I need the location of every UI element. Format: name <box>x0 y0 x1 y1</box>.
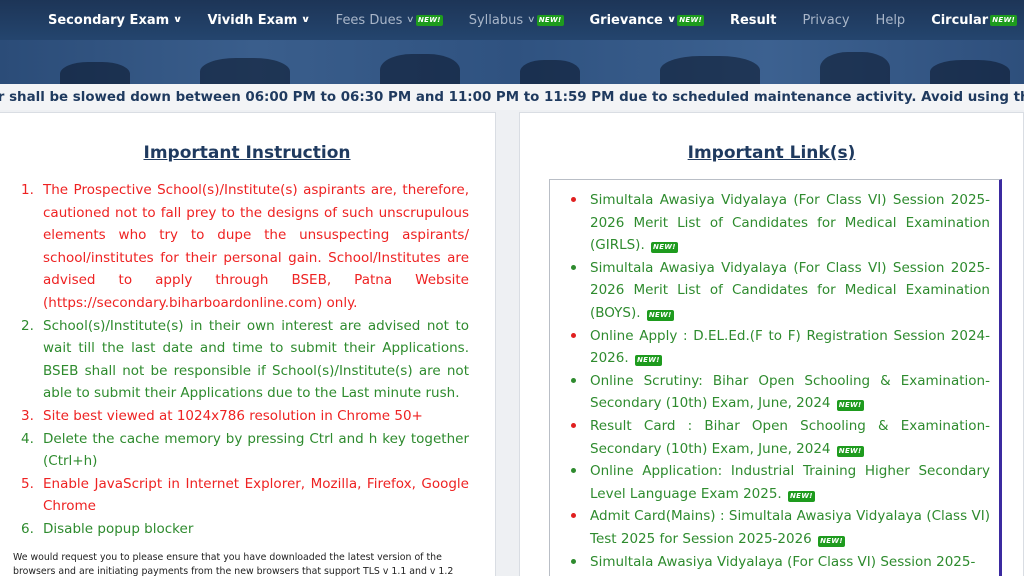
instruction-text: Disable popup blocker <box>43 520 194 537</box>
instruction-number: 4. <box>21 430 34 447</box>
chevron-down-icon: ∨ <box>173 15 183 25</box>
nav-item-label: Grievance <box>589 12 663 28</box>
instruction-item: 3. Site best viewed at 1024x786 resolutio… <box>21 405 469 428</box>
new-badge: NEW! <box>818 535 845 547</box>
tls-note: We would request you to please ensure th… <box>13 552 454 576</box>
new-badge: NEW! <box>415 14 443 26</box>
link-item: Online Scrutiny: Bihar Open Schooling & … <box>563 370 990 415</box>
link-item: Result Card : Bihar Open Schooling & Exa… <box>563 415 990 460</box>
nav-item-label: Vividh Exam <box>207 12 298 28</box>
new-badge: NEW! <box>836 445 864 457</box>
instruction-number: 2. <box>21 317 34 334</box>
bullet-icon <box>563 460 590 505</box>
instruction-number: 5. <box>21 475 34 492</box>
link-text[interactable]: Simultala Awasiya Vidyalaya (For Class V… <box>590 189 990 257</box>
important-instruction-panel: Important Instruction 1. The Prospective … <box>0 112 496 576</box>
bullet-icon <box>563 325 590 370</box>
nav-item-privacy[interactable]: Privacy <box>789 0 862 40</box>
new-badge: NEW! <box>677 14 704 26</box>
links-scroll-box[interactable]: Simultala Awasiya Vidyalaya (For Class V… <box>549 179 1002 576</box>
new-badge: NEW! <box>536 14 564 26</box>
nav-item-help[interactable]: Help <box>863 0 919 40</box>
link-item: Admit Card(Mains) : Simultala Awasiya Vi… <box>563 505 990 550</box>
link-text[interactable]: Online Apply : D.EL.Ed.(F to F) Registra… <box>590 325 990 370</box>
link-text[interactable]: Simultala Awasiya Vidyalaya (For Class V… <box>590 257 990 325</box>
instruction-text: Enable JavaScript in Internet Explorer, … <box>43 475 469 515</box>
bullet-icon <box>563 257 590 325</box>
main-navbar: Secondary Exam ∨ Vividh Exam ∨ Fees Dues ∨ NEW… <box>0 0 1024 40</box>
new-badge: NEW! <box>646 309 674 321</box>
instruction-item: 6. Disable popup blocker <box>21 518 469 541</box>
links-title: Important Link(s) <box>687 143 856 163</box>
bullet-icon <box>563 189 590 257</box>
instruction-title: Important Instruction <box>143 143 351 163</box>
link-text[interactable]: Online Scrutiny: Bihar Open Schooling & … <box>590 370 990 415</box>
nav-item-grievance[interactable]: Grievance ∨ NEW! <box>577 0 717 40</box>
nav-item-secondary-exam[interactable]: Secondary Exam ∨ <box>0 0 194 40</box>
nav-item-label: Circular <box>931 12 989 28</box>
instruction-text: Delete the cache memory by pressing Ctrl… <box>43 430 469 470</box>
instruction-item: 1. The Prospective School(s)/Institute(s)… <box>21 179 469 315</box>
link-item: Simultala Awasiya Vidyalaya (For Class V… <box>563 189 990 257</box>
links-list: Simultala Awasiya Vidyalaya (For Class V… <box>550 180 999 573</box>
header-banner-image <box>0 40 1024 84</box>
important-links-panel: Important Link(s) Simultala Awasiya Vidy… <box>519 112 1024 576</box>
link-text[interactable]: Simultala Awasiya Vidyalaya (For Class V… <box>590 551 990 574</box>
link-item: Online Apply : D.EL.Ed.(F to F) Registra… <box>563 325 990 370</box>
instruction-text: Site best viewed at 1024x786 resolution … <box>43 407 423 424</box>
nav-item-label: Privacy <box>802 12 850 28</box>
marquee-text: ver shall be slowed down between 06:00 P… <box>0 89 1024 105</box>
bullet-icon <box>563 370 590 415</box>
instruction-text: School(s)/Institute(s) in their own inte… <box>43 317 469 402</box>
bullet-icon <box>563 505 590 550</box>
bullet-icon <box>563 551 590 574</box>
instruction-text: The Prospective School(s)/Institute(s) a… <box>43 182 469 311</box>
chevron-down-icon: ∨ <box>666 15 677 25</box>
nav-item-vividh-exam[interactable]: Vividh Exam ∨ <box>194 0 322 40</box>
chevron-down-icon: ∨ <box>527 15 536 25</box>
chevron-down-icon: ∨ <box>301 15 311 25</box>
nav-item-circular[interactable]: Circular NEW! <box>918 0 1024 40</box>
instruction-item: 5. Enable JavaScript in Internet Explorer… <box>21 473 469 518</box>
instruction-number: 1. <box>21 182 34 198</box>
link-item: Online Application: Industrial Training … <box>563 460 990 505</box>
nav-item-fees-dues[interactable]: Fees Dues ∨ NEW! <box>323 0 456 40</box>
link-text[interactable]: Online Application: Industrial Training … <box>590 460 990 505</box>
nav-item-label: Result <box>729 12 777 28</box>
nav-item-label: Fees Dues <box>335 12 403 28</box>
instruction-item: 2. School(s)/Institute(s) in their own in… <box>21 315 469 405</box>
nav-item-syllabus[interactable]: Syllabus ∨ NEW! <box>456 0 577 40</box>
new-badge: NEW! <box>836 400 864 412</box>
new-badge: NEW! <box>651 242 678 254</box>
instruction-list: 1. The Prospective School(s)/Institute(s)… <box>21 179 469 541</box>
new-badge: NEW! <box>634 355 662 367</box>
nav-item-label: Help <box>875 12 906 28</box>
nav-item-result[interactable]: Result <box>717 0 790 40</box>
link-text[interactable]: Admit Card(Mains) : Simultala Awasiya Vi… <box>590 505 990 550</box>
maintenance-marquee: ver shall be slowed down between 06:00 P… <box>0 84 1024 110</box>
bullet-icon <box>563 415 590 460</box>
nav-item-label: Syllabus <box>468 12 524 28</box>
instruction-item: 4. Delete the cache memory by pressing Ct… <box>21 428 469 473</box>
new-badge: NEW! <box>990 14 1017 26</box>
link-item: Simultala Awasiya Vidyalaya (For Class V… <box>563 257 990 325</box>
nav-item-label: Secondary Exam <box>48 12 170 28</box>
instruction-number: 3. <box>21 407 34 424</box>
chevron-down-icon: ∨ <box>406 15 415 25</box>
link-item: Simultala Awasiya Vidyalaya (For Class V… <box>563 551 990 574</box>
instruction-number: 6. <box>21 520 34 537</box>
link-text[interactable]: Result Card : Bihar Open Schooling & Exa… <box>590 415 990 460</box>
new-badge: NEW! <box>788 490 815 502</box>
